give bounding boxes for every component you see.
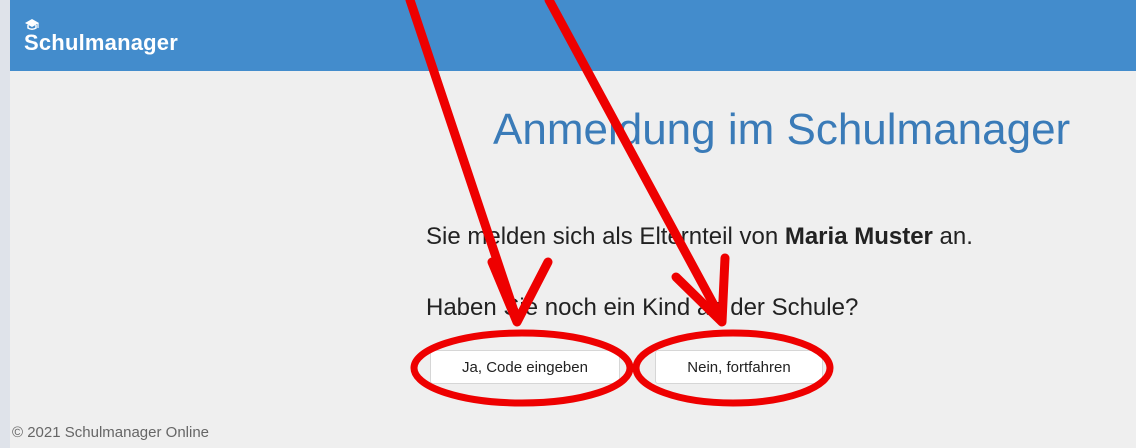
- brand-name: Schulmanager: [24, 30, 179, 55]
- continue-button[interactable]: Nein, fortfahren: [655, 350, 823, 384]
- brand-logo-link[interactable]: Schulmanager: [24, 19, 179, 56]
- intro-suffix: an.: [932, 223, 973, 250]
- child-name: Maria Muster: [784, 223, 933, 250]
- left-strip: [0, 0, 10, 448]
- navbar: Schulmanager: [10, 0, 1136, 71]
- question-text: Haben Sie noch ein Kind an der Schule?: [426, 294, 859, 321]
- enter-code-button[interactable]: Ja, Code eingeben: [430, 350, 620, 384]
- page-title: Anmeldung im Schulmanager: [493, 105, 1071, 154]
- intro-prefix: Sie melden sich als Elternteil von: [426, 223, 785, 250]
- main-content: Anmeldung im Schulmanager Sie melden sic…: [10, 71, 1136, 448]
- graduation-cap-icon: [25, 19, 39, 30]
- footer-copyright: © 2021 Schulmanager Online: [12, 424, 210, 441]
- login-info-text: Sie melden sich als Elternteil von Maria…: [426, 223, 973, 251]
